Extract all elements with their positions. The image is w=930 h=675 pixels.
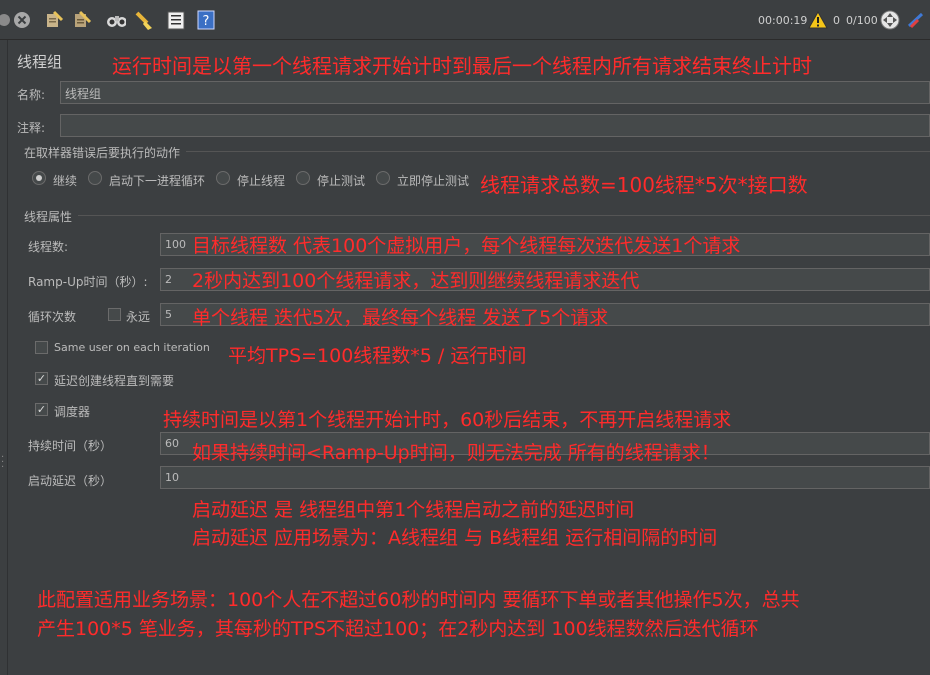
annotation-run-time: 运行时间是以第一个线程请求开始计时到最后一个线程内所有请求结束终止计时 — [112, 54, 812, 78]
comment-field[interactable] — [60, 114, 930, 137]
radio-stop-thread[interactable] — [216, 171, 230, 185]
startup-delay-field[interactable]: 10 — [160, 466, 930, 489]
radio-stop-test-label: 停止测试 — [317, 174, 366, 188]
same-user-label: Same user on each iteration — [54, 341, 210, 354]
remote-start-icon[interactable] — [880, 10, 900, 30]
scheduler-checkbox[interactable]: ✓ — [35, 403, 48, 416]
section-divider — [78, 215, 930, 216]
function-helper-icon[interactable] — [166, 10, 186, 30]
help-icon[interactable]: ? — [196, 10, 216, 30]
scheduler-label: 调度器 — [54, 405, 91, 419]
radio-stop-thread-label: 停止线程 — [237, 174, 286, 188]
clear-all-icon[interactable] — [44, 10, 64, 30]
same-user-checkbox[interactable] — [35, 341, 48, 354]
annotation-summary-2: 产生100*5 笔业务，其每秒的TPS不超过100；在2秒内达到 100线程数然… — [37, 618, 759, 640]
reset-search-icon[interactable] — [133, 10, 153, 30]
radio-start-next-loop[interactable] — [88, 171, 102, 185]
section-divider — [186, 151, 930, 152]
annotation-duration: 持续时间是以第1个线程开始计时，60秒后结束，不再开启线程请求 — [163, 409, 732, 431]
delay-thread-checkbox[interactable]: ✓ — [35, 372, 48, 385]
annotation-tps: 平均TPS=100线程数*5 / 运行时间 — [228, 345, 527, 367]
annotation-threads: 目标线程数 代表100个虚拟用户，每个线程每次迭代发送1个请求 — [192, 235, 741, 257]
radio-stop-test[interactable] — [296, 171, 310, 185]
annotation-total-requests: 线程请求总数=100线程*5次*接口数 — [480, 173, 808, 197]
radio-start-next-loop-label: 启动下一进程循环 — [109, 174, 206, 188]
startup-delay-label: 启动延迟（秒） — [28, 474, 113, 488]
annotation-duration-warning: 如果持续时间<Ramp-Up时间，则无法完成 所有的线程请求！ — [192, 442, 720, 464]
radio-continue-label: 继续 — [53, 174, 78, 188]
error-action-heading: 在取样器错误后要执行的动作 — [24, 146, 181, 160]
error-count: 0 — [833, 14, 840, 27]
forever-checkbox[interactable] — [108, 308, 121, 321]
splitter-grip[interactable]: · · · — [1, 453, 5, 473]
radio-continue[interactable] — [32, 171, 46, 185]
binoculars-icon[interactable] — [106, 10, 126, 30]
log-viewer-icon[interactable] — [906, 10, 926, 30]
name-label: 名称: — [17, 88, 46, 102]
panel-title: 线程组 — [17, 53, 63, 71]
delay-thread-label: 延迟创建线程直到需要 — [54, 374, 175, 388]
rampup-label: Ramp-Up时间（秒）: — [28, 275, 148, 289]
tree-splitter[interactable]: · · · — [0, 40, 8, 675]
annotation-loop: 单个线程 迭代5次，最终每个线程 发送了5个请求 — [192, 307, 609, 329]
annotation-startup-1: 启动延迟 是 线程组中第1个线程启动之前的延迟时间 — [192, 499, 635, 521]
thread-props-heading: 线程属性 — [24, 210, 73, 224]
radio-stop-test-now[interactable] — [376, 171, 390, 185]
active-threads: 0/100 — [846, 14, 878, 27]
annotation-summary-1: 此配置适用业务场景：100个人在不超过60秒的时间内 要循环下单或者其他操作5次… — [37, 589, 800, 611]
clear-icon[interactable] — [12, 10, 32, 30]
annotation-rampup: 2秒内达到100个线程请求，达到则继续线程请求迭代 — [192, 270, 640, 292]
name-field[interactable]: 线程组 — [60, 81, 930, 104]
elapsed-timer: 00:00:19 — [758, 14, 808, 27]
svg-text:?: ? — [203, 14, 210, 29]
threads-label: 线程数: — [28, 240, 69, 254]
forever-label: 永远 — [126, 310, 151, 324]
toolbar: ? 00:00:19 0 0/100 — [0, 0, 930, 40]
annotation-startup-2: 启动延迟 应用场景为：A线程组 与 B线程组 运行相间隔的时间 — [192, 527, 718, 549]
warning-icon[interactable] — [808, 10, 828, 30]
loop-label: 循环次数 — [28, 310, 77, 324]
comment-label: 注释: — [17, 121, 46, 135]
duration-label: 持续时间（秒） — [28, 439, 113, 453]
broom-icon[interactable] — [72, 10, 92, 30]
radio-stop-test-now-label: 立即停止测试 — [397, 174, 470, 188]
